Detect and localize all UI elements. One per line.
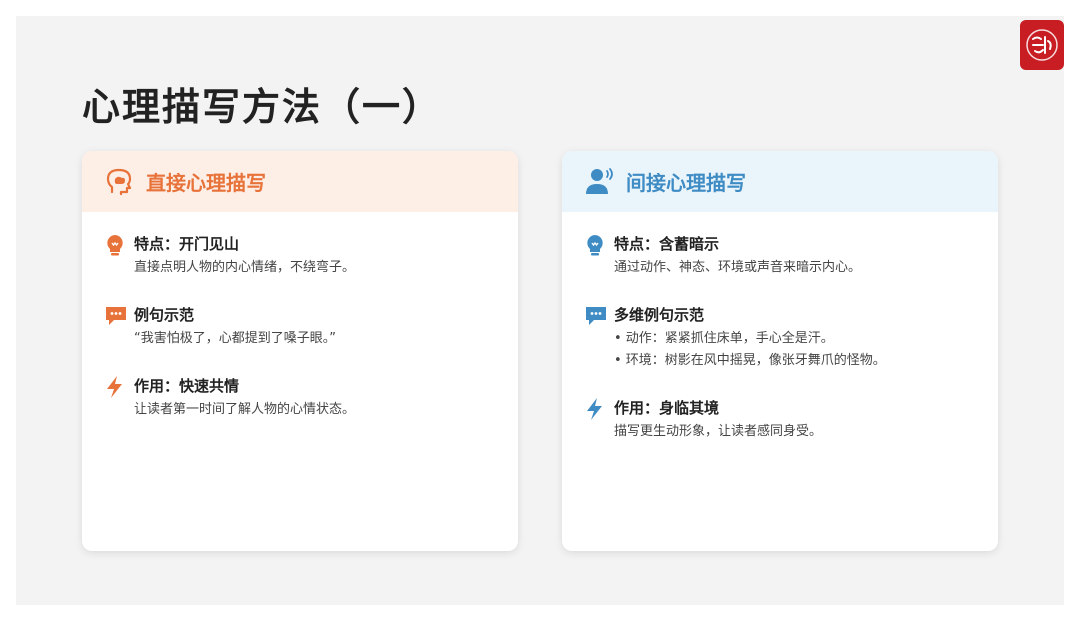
card-title: 直接心理描写 — [146, 171, 266, 195]
card-header: 间接心理描写 — [562, 151, 998, 212]
item-title: 例句示范 — [134, 306, 195, 324]
slide: 心理描写方法（一） 直接心理描写 特点：开门见山 直接点明人物的内心情绪，不绕弯… — [16, 16, 1064, 605]
example-item: 例句示范 “我害怕极了，心都提到了嗓子眼。” — [104, 304, 336, 350]
item-title: 多维例句示范 — [614, 306, 705, 324]
item-title: 特点：开门见山 — [134, 235, 240, 253]
item-text: 描写更生动形象，让读者感同身受。 — [614, 424, 823, 439]
bullet-line: • 环境：树影在风中摇晃，像张牙舞爪的怪物。 — [614, 353, 886, 368]
lightbulb-icon — [104, 233, 128, 257]
effect-item: 作用：快速共情 让读者第一时间了解人物的心情状态。 — [104, 375, 355, 421]
speech-bubble-icon — [584, 304, 608, 328]
direct-description-card: 直接心理描写 特点：开门见山 直接点明人物的内心情绪，不绕弯子。 例句示范 “我… — [82, 151, 518, 551]
page-title: 心理描写方法（一） — [82, 85, 443, 129]
bullet-line: • 动作：紧紧抓住床单，手心全是汗。 — [614, 331, 834, 346]
lightning-icon — [104, 375, 128, 399]
item-text: 直接点明人物的内心情绪，不绕弯子。 — [134, 260, 356, 275]
lightbulb-icon — [584, 233, 608, 257]
multi-example-item: 多维例句示范 • 动作：紧紧抓住床单，手心全是汗。 • 环境：树影在风中摇晃，像… — [584, 304, 886, 372]
feature-item: 特点：含蓄暗示 通过动作、神态、环境或声音来暗示内心。 — [584, 233, 861, 279]
item-text: “我害怕极了，心都提到了嗓子眼。” — [134, 331, 336, 346]
item-text: 通过动作、神态、环境或声音来暗示内心。 — [614, 260, 862, 275]
card-title: 间接心理描写 — [626, 171, 746, 195]
effect-item: 作用：身临其境 描写更生动形象，让读者感同身受。 — [584, 397, 822, 443]
item-title: 作用：身临其境 — [614, 399, 720, 417]
head-speaking-person-icon — [584, 166, 616, 198]
item-title: 特点：含蓄暗示 — [614, 235, 720, 253]
item-text: 让读者第一时间了解人物的心情状态。 — [134, 402, 356, 417]
lightning-icon — [584, 397, 608, 421]
feature-item: 特点：开门见山 直接点明人物的内心情绪，不绕弯子。 — [104, 233, 355, 279]
speech-bubble-icon — [104, 304, 128, 328]
item-title: 作用：快速共情 — [134, 377, 240, 395]
logo-seal-icon — [1020, 20, 1064, 70]
card-header: 直接心理描写 — [82, 151, 518, 212]
indirect-description-card: 间接心理描写 特点：含蓄暗示 通过动作、神态、环境或声音来暗示内心。 多维例句示… — [562, 151, 998, 551]
head-thought-icon — [104, 166, 136, 198]
